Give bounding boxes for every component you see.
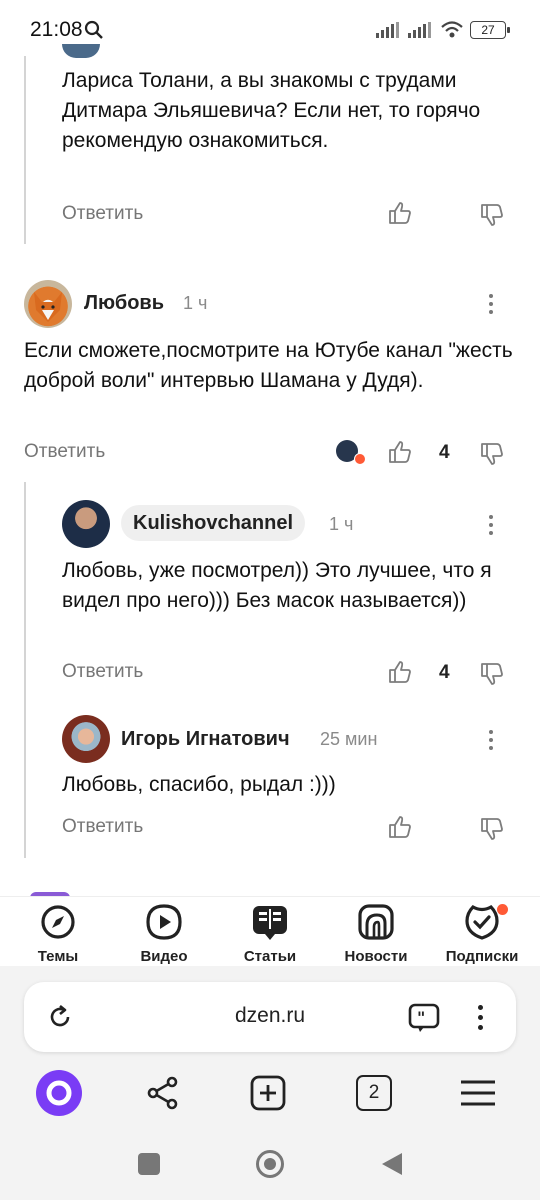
nav-item-subscriptions[interactable]: Подписки: [432, 903, 532, 965]
reply-button[interactable]: Ответить: [24, 441, 105, 463]
reply-button[interactable]: Ответить: [62, 661, 143, 683]
articles-icon: [253, 906, 287, 940]
comment-text: Любовь, спасибо, рыдал :))): [62, 773, 336, 796]
like-icon[interactable]: [388, 660, 412, 684]
nav-label: Видео: [140, 948, 188, 965]
comment-text: Если сможете,посмотрите на Ютубе канал "…: [24, 339, 513, 392]
more-icon[interactable]: [489, 515, 493, 535]
reply-button[interactable]: Ответить: [62, 203, 143, 225]
comment-time: 1 ч: [329, 514, 354, 534]
comment-time: 1 ч: [183, 293, 208, 313]
more-icon[interactable]: [489, 730, 493, 750]
comment-time: 25 мин: [320, 729, 378, 749]
news-icon: [358, 904, 394, 940]
bottom-navigation: Темы Видео Статьи Новости Подписки: [0, 896, 540, 967]
dislike-icon[interactable]: [480, 817, 504, 841]
signal-icon-2: [408, 22, 434, 38]
status-time: 21:08: [30, 18, 83, 41]
nav-item-video[interactable]: Видео: [114, 903, 214, 965]
dislike-icon[interactable]: [480, 662, 504, 686]
search-icon: [84, 20, 103, 39]
browser-bar: dzen.ru " 2: [0, 966, 540, 1200]
address-bar[interactable]: dzen.ru ": [24, 982, 516, 1052]
author-chip[interactable]: Kulishovchannel: [121, 505, 306, 541]
home-button[interactable]: [256, 1150, 284, 1178]
nav-item-topics[interactable]: Темы: [8, 903, 108, 965]
author-name[interactable]: Любовь: [84, 292, 164, 315]
hamburger-menu-icon[interactable]: [460, 1078, 496, 1108]
like-icon[interactable]: [388, 440, 412, 464]
compass-icon: [41, 905, 75, 939]
comment-text: Любовь, уже посмотрел)) Это лучшее, что …: [62, 559, 492, 612]
new-tab-icon[interactable]: [250, 1075, 286, 1111]
play-icon: [146, 904, 182, 940]
share-icon[interactable]: [146, 1076, 180, 1110]
recent-apps-button[interactable]: [138, 1153, 160, 1175]
back-button[interactable]: [380, 1151, 404, 1177]
thread-line: [24, 482, 26, 858]
home-dot-icon: [264, 1158, 276, 1170]
nav-label: Новости: [344, 948, 408, 965]
like-count: 4: [439, 662, 450, 683]
avatar[interactable]: [24, 280, 72, 328]
more-icon[interactable]: [489, 294, 493, 314]
alice-icon: [46, 1080, 72, 1106]
author-name[interactable]: Игорь Игнатович: [121, 728, 290, 751]
avatar[interactable]: [62, 500, 110, 548]
nav-label: Подписки: [445, 948, 519, 965]
like-icon[interactable]: [388, 201, 412, 225]
notification-dot: [497, 904, 508, 915]
dislike-icon[interactable]: [480, 442, 504, 466]
fox-avatar-icon: [34, 292, 62, 322]
tabs-counter-button[interactable]: 2: [356, 1075, 392, 1111]
nav-item-articles[interactable]: Статьи: [220, 903, 320, 965]
heart-badge-icon: [354, 453, 366, 465]
browser-menu-icon[interactable]: [478, 1005, 483, 1030]
wifi-icon: [441, 21, 463, 38]
thread-line: [24, 56, 26, 244]
url-text[interactable]: dzen.ru: [24, 1004, 516, 1028]
like-icon[interactable]: [388, 815, 412, 839]
dislike-icon[interactable]: [480, 203, 504, 227]
nav-item-news[interactable]: Новости: [326, 903, 426, 965]
battery-indicator: 27: [470, 21, 510, 39]
nav-label: Темы: [37, 948, 79, 965]
svg-text:": ": [417, 1008, 425, 1027]
subscriptions-icon: [465, 905, 499, 940]
nav-label: Статьи: [243, 948, 297, 965]
quote-icon[interactable]: ": [408, 1003, 440, 1033]
reply-button[interactable]: Ответить: [62, 816, 143, 838]
author-name: Kulishovchannel: [133, 512, 294, 534]
avatar[interactable]: [62, 715, 110, 763]
alice-assistant-button[interactable]: [36, 1070, 82, 1116]
like-count: 4: [439, 442, 450, 463]
comment-text: Лариса Толани, а вы знакомы с трудами Ди…: [62, 69, 481, 152]
signal-icon-1: [376, 22, 402, 38]
